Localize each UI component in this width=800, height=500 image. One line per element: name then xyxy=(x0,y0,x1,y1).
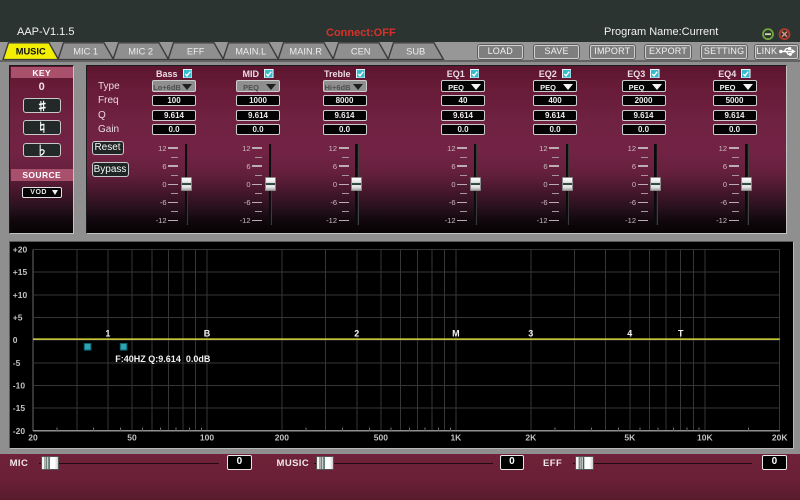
svg-text:100: 100 xyxy=(200,432,214,442)
svg-text:B: B xyxy=(204,328,211,338)
svg-text:-15: -15 xyxy=(13,403,26,413)
svg-text:50: 50 xyxy=(127,432,137,442)
svg-text:-10: -10 xyxy=(13,380,26,390)
svg-text:+20: +20 xyxy=(13,244,28,254)
svg-text:MIC 2: MIC 2 xyxy=(128,46,153,56)
svg-text:MIC 1: MIC 1 xyxy=(73,46,98,56)
svg-text:3: 3 xyxy=(528,328,533,338)
svg-text:M: M xyxy=(452,328,460,338)
svg-text:200: 200 xyxy=(275,432,289,442)
svg-text:SUB: SUB xyxy=(406,46,425,56)
svg-text:20K: 20K xyxy=(772,432,788,442)
svg-text:T: T xyxy=(678,328,684,338)
svg-text:MAIN.R: MAIN.R xyxy=(289,46,322,56)
svg-text:F:40HZ Q:9.614 0.0dB: F:40HZ Q:9.614 0.0dB xyxy=(115,353,211,363)
svg-text:CEN: CEN xyxy=(351,46,371,56)
svg-text:0: 0 xyxy=(13,335,18,345)
svg-text:20: 20 xyxy=(28,432,38,442)
svg-text:500: 500 xyxy=(374,432,388,442)
svg-text:5K: 5K xyxy=(624,432,636,442)
svg-text:2K: 2K xyxy=(525,432,537,442)
svg-text:10K: 10K xyxy=(697,432,713,442)
svg-text:+5: +5 xyxy=(13,312,23,322)
svg-text:MAIN.L: MAIN.L xyxy=(235,46,266,56)
svg-text:-5: -5 xyxy=(13,357,21,367)
svg-text:1K: 1K xyxy=(450,432,462,442)
svg-text:EFF: EFF xyxy=(187,46,205,56)
svg-text:2: 2 xyxy=(354,328,359,338)
svg-text:+10: +10 xyxy=(13,289,28,299)
svg-text:MUSIC: MUSIC xyxy=(16,46,46,56)
svg-text:+15: +15 xyxy=(13,267,28,277)
svg-text:-20: -20 xyxy=(13,425,26,435)
svg-text:4: 4 xyxy=(627,328,632,338)
svg-text:1: 1 xyxy=(105,328,110,338)
